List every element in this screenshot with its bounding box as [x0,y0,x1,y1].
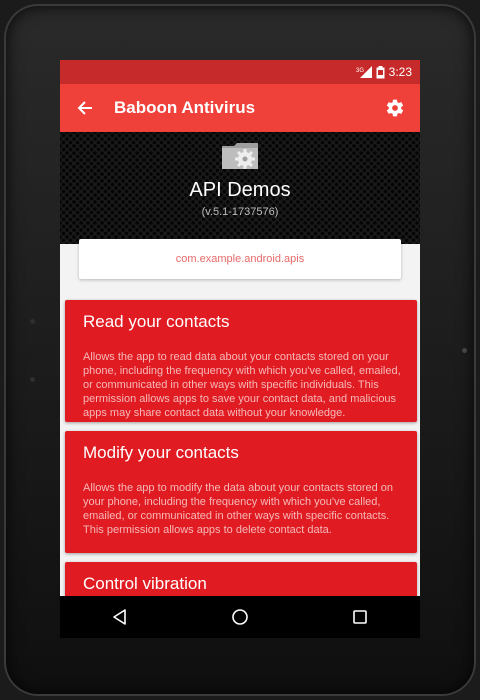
app-header: API Demos (v.5.1-1737576) [60,132,420,244]
square-recents-icon [353,610,367,624]
package-name-box: com.example.android.apis [79,239,401,279]
permission-card-modify-contacts[interactable]: Modify your contacts Allows the app to m… [65,431,417,553]
permission-list: Read your contacts Allows the app to rea… [65,300,417,638]
app-name: API Demos [189,179,291,201]
svg-text:3G: 3G [356,68,364,74]
permission-description: Allows the app to read data about your c… [83,351,401,419]
sensor-dot [30,377,35,382]
toolbar-title: Baboon Antivirus [114,98,256,117]
gear-icon [386,99,404,117]
triangle-back-icon [113,609,126,625]
signal-icon: 3G [356,66,372,78]
permission-title: Read your contacts [83,312,230,331]
back-button[interactable] [70,93,100,123]
arrow-back-icon [77,101,92,115]
permission-description: Allows the app to modify the data about … [83,482,394,536]
permission-title: Control vibration [83,574,207,593]
circle-home-icon [232,609,248,625]
battery-icon [376,65,385,79]
toolbar: Baboon Antivirus [60,84,420,132]
status-bar: 3G 3:23 [60,60,420,84]
navigation-bar [60,596,420,638]
package-name: com.example.android.apis [175,253,305,265]
nav-back-button[interactable] [100,602,140,632]
settings-app-icon [222,143,258,169]
clock: 3:23 [388,65,412,79]
camera-dot [462,348,467,353]
permission-title: Modify your contacts [83,443,239,462]
app-version: (v.5.1-1737576) [201,206,279,218]
nav-home-button[interactable] [220,602,260,632]
sensor-dot [30,319,35,324]
settings-button[interactable] [380,93,410,123]
screen: 3G 3:23 Baboon Antivirus API Demos (v.5.… [60,60,420,638]
permission-card-read-contacts[interactable]: Read your contacts Allows the app to rea… [65,300,417,422]
nav-recents-button[interactable] [340,602,380,632]
